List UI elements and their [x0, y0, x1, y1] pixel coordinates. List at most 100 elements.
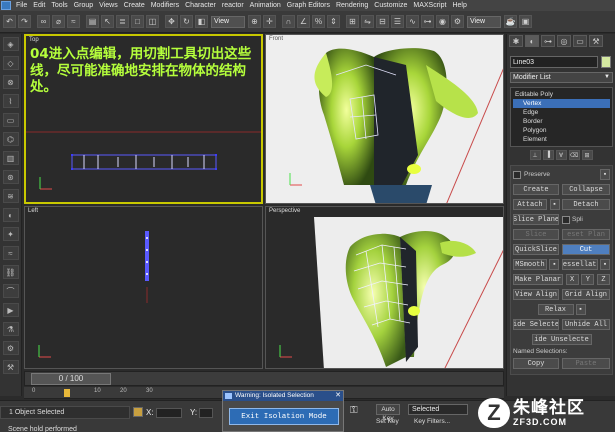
menu-character[interactable]: Character: [182, 2, 219, 9]
viewport-top[interactable]: Top 04进入点编辑，用切割工具切出这些线，尽可能准确地安排在物体的结构处。: [24, 34, 263, 204]
select-region-icon[interactable]: □: [131, 15, 144, 28]
select-object-icon[interactable]: ↖: [101, 15, 114, 28]
selection-lock-icon[interactable]: [133, 407, 143, 417]
set-key-icon[interactable]: ⚿: [350, 405, 358, 416]
isolated-selection-title-bar[interactable]: Warning: Isolated Selection ✕: [223, 391, 343, 401]
reference-coordinate-dropdown[interactable]: View: [211, 15, 245, 28]
unlink-icon[interactable]: ⌀: [52, 15, 65, 28]
viewport-perspective[interactable]: Perspective: [265, 206, 504, 369]
menu-reactor[interactable]: reactor: [219, 2, 247, 9]
close-icon[interactable]: ✕: [335, 391, 341, 401]
attach-list-button[interactable]: ▪: [549, 199, 560, 210]
menu-create[interactable]: Create: [121, 2, 148, 9]
hierarchy-tab-icon[interactable]: ⊶: [541, 35, 555, 47]
percent-snap-icon[interactable]: %: [312, 15, 325, 28]
x-coordinate-field[interactable]: [155, 407, 182, 418]
collapse-button[interactable]: Collapse: [562, 184, 610, 195]
modify-tab-icon[interactable]: ◐: [525, 35, 539, 47]
key-selection-dropdown[interactable]: Selected: [408, 404, 468, 415]
reactor-analyze-icon[interactable]: ⚗: [2, 322, 19, 336]
detach-button[interactable]: Detach: [562, 199, 610, 210]
schematic-view-icon[interactable]: ⊶: [421, 15, 434, 28]
set-key-button[interactable]: Set Key: [376, 418, 404, 429]
pivot-center-icon[interactable]: ⊕: [248, 15, 261, 28]
snap-icon[interactable]: ∩: [282, 15, 295, 28]
stack-item-border[interactable]: Border: [513, 117, 610, 126]
make-planar-button[interactable]: Make Planar: [513, 274, 563, 285]
reactor-soft-icon[interactable]: ⊗: [2, 75, 19, 89]
reactor-hinge-icon[interactable]: ⌒: [2, 284, 19, 298]
tessellate-button[interactable]: essellat: [561, 259, 598, 270]
rotate-icon[interactable]: ↻: [180, 15, 193, 28]
slice-button[interactable]: Slice: [513, 229, 559, 240]
link-icon[interactable]: ∞: [37, 15, 50, 28]
pin-stack-icon[interactable]: ⊥: [529, 150, 541, 160]
render-setup-icon[interactable]: ⚙: [451, 15, 464, 28]
reactor-wind-icon[interactable]: ≋: [2, 189, 19, 203]
bind-spacewarp-icon[interactable]: ≈: [67, 15, 80, 28]
menu-maxscript[interactable]: MAXScript: [410, 2, 449, 9]
planar-z-button[interactable]: Z: [596, 274, 610, 285]
msmooth-button[interactable]: MSmooth: [513, 259, 547, 270]
scale-icon[interactable]: ◧: [195, 15, 208, 28]
stack-item-editable-poly[interactable]: Editable Poly: [513, 90, 610, 99]
undo-icon[interactable]: ↶: [3, 15, 16, 28]
reactor-cloth-icon[interactable]: ◇: [2, 56, 19, 70]
grid-align-button[interactable]: Grid Align: [562, 289, 610, 300]
attach-button[interactable]: Attach: [513, 199, 547, 210]
show-end-result-icon[interactable]: ▐: [542, 150, 554, 160]
unhide-all-button[interactable]: Unhide All: [562, 319, 610, 330]
menu-graph-editors[interactable]: Graph Editors: [284, 2, 333, 9]
reactor-water-icon[interactable]: ≈: [2, 246, 19, 260]
move-icon[interactable]: ✥: [165, 15, 178, 28]
redo-icon[interactable]: ↷: [18, 15, 31, 28]
manipulate-icon[interactable]: ✛: [263, 15, 276, 28]
reactor-properties-icon[interactable]: ⚙: [2, 341, 19, 355]
copy-button[interactable]: Copy: [513, 358, 559, 369]
msmooth-settings-button[interactable]: ▪: [549, 259, 560, 270]
named-selection-icon[interactable]: ⊞: [346, 15, 359, 28]
tessellate-settings-button[interactable]: ▪: [599, 259, 610, 270]
reactor-toy-car-icon[interactable]: ◐: [2, 208, 19, 222]
reactor-hammer-icon[interactable]: ⚒: [2, 360, 19, 374]
layer-manager-icon[interactable]: ☰: [391, 15, 404, 28]
hide-selected-button[interactable]: ide Selecte: [513, 319, 559, 330]
reactor-plane-icon[interactable]: ▭: [2, 113, 19, 127]
menu-animation[interactable]: Animation: [247, 2, 284, 9]
viewport-front[interactable]: Front: [265, 34, 504, 204]
modifier-list-dropdown[interactable]: Modifier List ▼: [510, 72, 613, 83]
slice-plane-button[interactable]: Slice Plane: [513, 214, 559, 225]
window-crossing-icon[interactable]: ◫: [146, 15, 159, 28]
key-filters-button[interactable]: Key Filters...: [414, 418, 468, 429]
align-icon[interactable]: ⊟: [376, 15, 389, 28]
exit-isolation-mode-button[interactable]: Exit Isolation Mode: [229, 408, 339, 425]
view-align-button[interactable]: View Align: [513, 289, 559, 300]
menu-edit[interactable]: Edit: [30, 2, 48, 9]
stack-item-vertex[interactable]: Vertex: [513, 99, 610, 108]
reactor-dashpot-icon[interactable]: ▥: [2, 151, 19, 165]
utilities-tab-icon[interactable]: ⚒: [589, 35, 603, 47]
render-last-icon[interactable]: ▣: [519, 15, 532, 28]
auto-key-button[interactable]: Auto Key: [376, 404, 400, 422]
create-button[interactable]: Create: [513, 184, 559, 195]
menu-views[interactable]: Views: [96, 2, 121, 9]
relax-button[interactable]: Relax: [537, 304, 574, 315]
reactor-rope-icon[interactable]: ⌇: [2, 94, 19, 108]
reset-plane-button[interactable]: eset Plan: [562, 229, 610, 240]
menu-help[interactable]: Help: [449, 2, 469, 9]
remove-modifier-icon[interactable]: ⌫: [568, 150, 580, 160]
paste-button[interactable]: Paste: [562, 358, 610, 369]
curve-editor-icon[interactable]: ∿: [406, 15, 419, 28]
stack-item-element[interactable]: Element: [513, 135, 610, 144]
preserve-settings-button[interactable]: ▪: [600, 169, 610, 180]
configure-sets-icon[interactable]: ⊞: [581, 150, 593, 160]
reactor-spring-icon[interactable]: ⌬: [2, 132, 19, 146]
time-slider-handle[interactable]: 0 / 100: [31, 373, 111, 385]
menu-group[interactable]: Group: [71, 2, 96, 9]
y-coordinate-field[interactable]: [199, 407, 214, 418]
object-name-field[interactable]: [510, 56, 598, 68]
motion-tab-icon[interactable]: ◎: [557, 35, 571, 47]
menu-file[interactable]: File: [13, 2, 30, 9]
menu-rendering[interactable]: Rendering: [333, 2, 371, 9]
reactor-rigid-icon[interactable]: ◈: [2, 37, 19, 51]
